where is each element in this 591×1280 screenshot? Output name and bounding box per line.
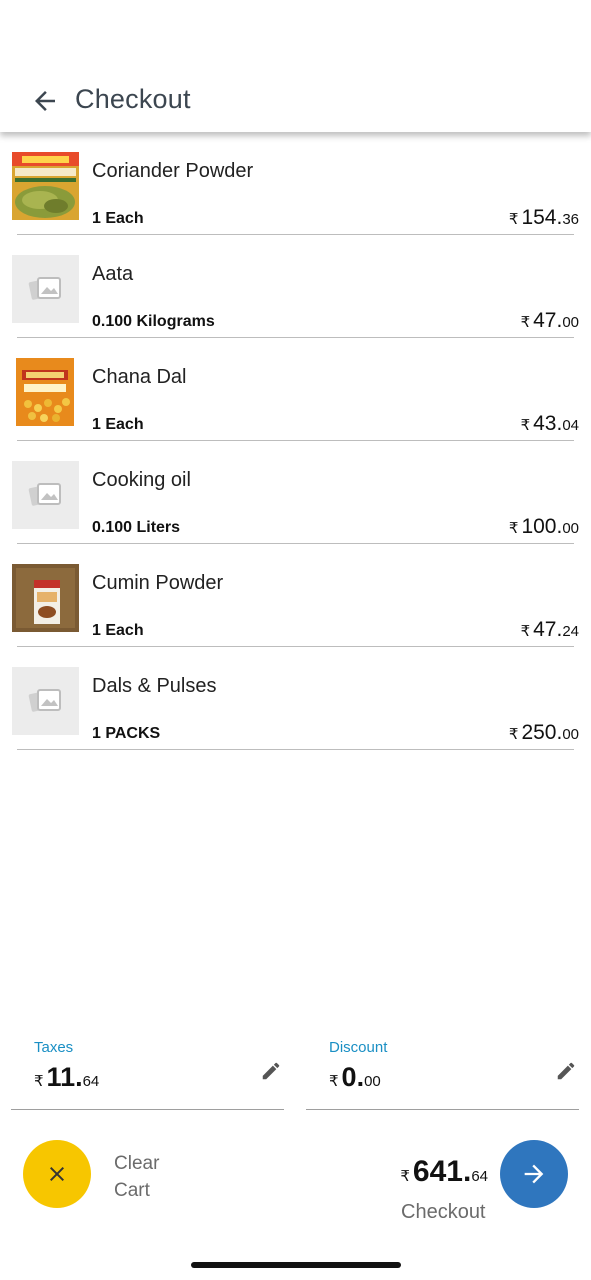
item-quantity: 1 Each [92,210,144,227]
discount-field: Discount ₹0.00 [306,1030,579,1110]
clear-label-line2: Cart [114,1180,150,1201]
rupee-symbol: ₹ [400,1168,410,1185]
list-item[interactable]: Chana Dal 1 Each ₹43.04 [0,338,591,441]
order-total: ₹641.64 [400,1155,488,1189]
divider [17,749,574,750]
taxes-dec: 64 [82,1073,100,1090]
item-price: ₹47.24 [521,618,579,642]
rupee-symbol: ₹ [508,211,519,228]
rupee-symbol: ₹ [520,417,531,434]
price-dec: 04 [562,417,579,434]
page-title: Checkout [75,84,191,114]
taxes-value: ₹11.64 [34,1062,99,1093]
image-placeholder-icon [12,255,79,323]
pencil-icon[interactable] [555,1060,577,1082]
item-price: ₹100.00 [509,515,579,539]
list-item[interactable]: Dals & Pulses 1 PACKS ₹250.00 [0,647,591,750]
price-int: 100. [521,515,563,538]
list-item[interactable]: Coriander Powder 1 Each ₹154.36 [0,132,591,235]
clear-label-line1: Clear [114,1153,160,1174]
discount-value: ₹0.00 [329,1062,381,1093]
checkout-label[interactable]: Checkout [401,1201,486,1224]
price-int: 47. [533,618,563,641]
price-dec: 24 [562,623,579,640]
price-int: 154. [521,206,563,229]
product-image-chana-dal [16,358,74,426]
rupee-symbol: ₹ [508,726,519,743]
price-dec: 00 [562,314,579,331]
rupee-symbol: ₹ [34,1073,44,1090]
item-quantity: 0.100 Kilograms [92,313,215,330]
item-quantity: 0.100 Liters [92,519,181,536]
rupee-symbol: ₹ [520,623,531,640]
item-name: Chana Dal [92,366,187,388]
list-item[interactable]: Cooking oil 0.100 Liters ₹100.00 [0,441,591,544]
close-icon [50,1167,64,1181]
taxes-int: 11. [46,1062,83,1092]
discount-dec: 00 [364,1073,381,1090]
total-int: 641. [412,1155,472,1188]
cart-list: Coriander Powder 1 Each ₹154.36 Aata 0.1… [0,132,591,750]
discount-int: 0. [341,1062,365,1092]
discount-label: Discount [329,1039,388,1056]
price-int: 43. [533,412,563,435]
price-dec: 00 [562,520,579,537]
product-image-coriander [12,152,79,220]
rupee-symbol: ₹ [520,314,531,331]
clear-cart-button[interactable] [23,1140,91,1208]
item-quantity: 1 PACKS [92,725,161,742]
item-price: ₹43.04 [521,412,579,436]
divider [11,1109,284,1110]
total-dec: 64 [471,1168,488,1185]
home-indicator [191,1262,401,1268]
item-name: Cooking oil [92,469,191,491]
price-dec: 00 [562,726,579,743]
price-int: 47. [533,309,563,332]
image-placeholder-icon [12,461,79,529]
price-dec: 36 [562,211,579,228]
price-int: 250. [521,721,563,744]
clear-cart-label[interactable]: Clear Cart [114,1150,184,1204]
rupee-symbol: ₹ [508,520,519,537]
item-price: ₹47.00 [521,309,579,333]
product-image-cumin [12,564,79,632]
item-price: ₹154.36 [509,206,579,230]
divider [306,1109,579,1110]
checkout-button[interactable] [500,1140,568,1208]
list-item[interactable]: Cumin Powder 1 Each ₹47.24 [0,544,591,647]
item-price: ₹250.00 [509,721,579,745]
list-item[interactable]: Aata 0.100 Kilograms ₹47.00 [0,235,591,338]
item-name: Aata [92,263,134,285]
rupee-symbol: ₹ [329,1073,339,1090]
item-name: Coriander Powder [92,160,254,182]
pencil-icon[interactable] [260,1060,282,1082]
taxes-field: Taxes ₹11.64 [11,1030,284,1110]
item-name: Cumin Powder [92,572,224,594]
item-quantity: 1 Each [92,622,144,639]
item-quantity: 1 Each [92,416,144,433]
item-name: Dals & Pulses [92,675,217,697]
arrow-left-icon[interactable] [30,86,60,116]
app-header: Checkout [0,0,591,132]
arrow-right-icon [524,1164,544,1184]
taxes-label: Taxes [34,1039,74,1056]
image-placeholder-icon [12,667,79,735]
